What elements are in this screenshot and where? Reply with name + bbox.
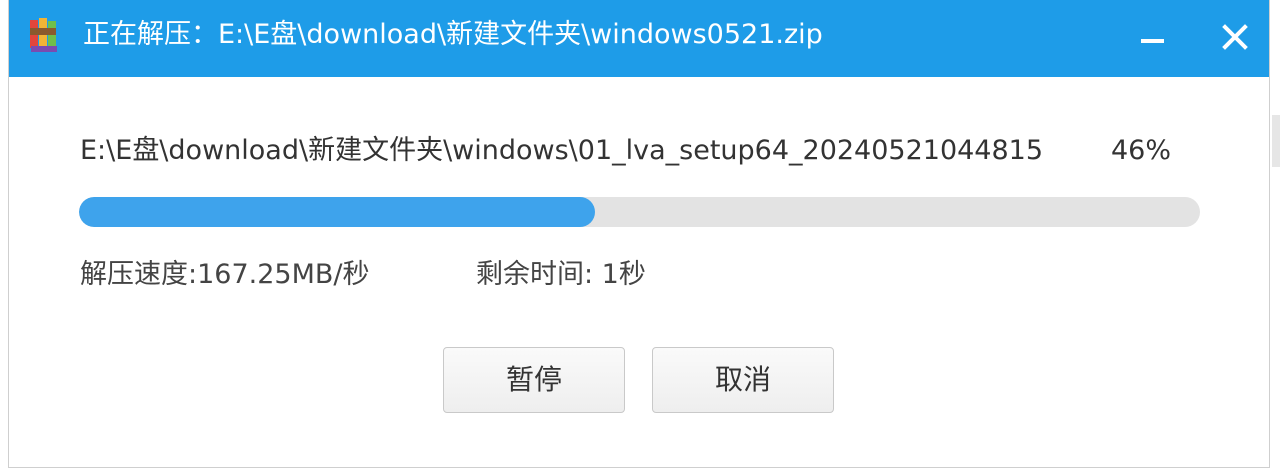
winrar-books-icon	[29, 16, 59, 54]
progress-bar-fill	[79, 197, 595, 227]
current-file-path: E:\E盘\download\新建文件夹\windows\01_lva_setu…	[80, 135, 1044, 166]
time-remaining: 剩余时间: 1秒	[476, 259, 646, 290]
window-title: 正在解压：E:\E盘\download\新建文件夹\windows0521.zi…	[83, 19, 823, 50]
progress-bar	[79, 197, 1200, 227]
extract-dialog: 正在解压：E:\E盘\download\新建文件夹\windows0521.zi…	[8, 0, 1270, 468]
close-button[interactable]	[1207, 14, 1263, 60]
pause-button[interactable]: 暂停	[443, 347, 625, 413]
title-bar[interactable]: 正在解压：E:\E盘\download\新建文件夹\windows0521.zi…	[9, 0, 1269, 77]
background-scrollbar	[1272, 115, 1280, 167]
cancel-button[interactable]: 取消	[652, 347, 834, 413]
minimize-button[interactable]	[1125, 14, 1181, 60]
close-icon	[1222, 24, 1248, 50]
minimize-icon	[1141, 39, 1164, 43]
progress-percent: 46%	[1111, 135, 1172, 166]
extract-speed: 解压速度:167.25MB/秒	[80, 259, 370, 290]
